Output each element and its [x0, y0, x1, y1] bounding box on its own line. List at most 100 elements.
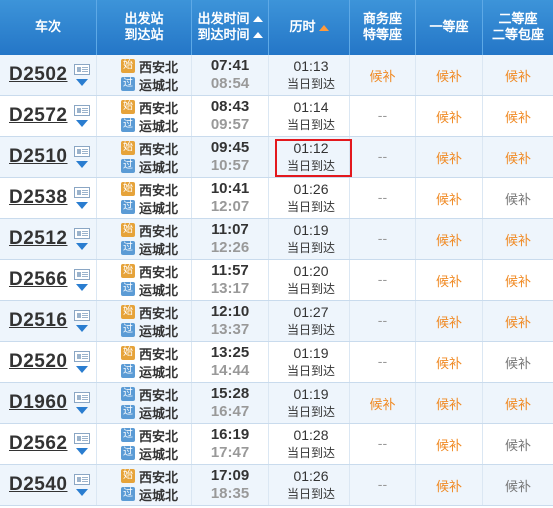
first-seat-cell[interactable]: 候补 [416, 342, 483, 382]
table-row[interactable]: D2520 始西安北过运城北 13:25 14:44 01:19 当日到达 -- 候补 候补 [0, 342, 553, 383]
first-seat-cell[interactable]: 候补 [416, 383, 483, 423]
second-seat-cell[interactable]: 候补 [483, 424, 553, 464]
sort-up-icon[interactable] [318, 24, 329, 31]
from-station[interactable]: 西安北 [139, 98, 178, 117]
table-row[interactable]: D2502 始西安北过运城北 07:41 08:54 01:13 当日到达 候补 候补 候补 [0, 55, 553, 96]
to-station[interactable]: 运城北 [139, 321, 178, 340]
from-station[interactable]: 西安北 [139, 303, 178, 322]
train-info-icon[interactable] [73, 433, 90, 444]
train-number-link[interactable]: D2566 [9, 269, 68, 291]
second-seat-cell[interactable]: 候补 [483, 55, 553, 95]
first-seat-cell[interactable]: 候补 [416, 137, 483, 177]
train-info-icon[interactable] [73, 146, 90, 157]
to-station[interactable]: 运城北 [139, 116, 178, 135]
dropdown-arrow-icon[interactable] [75, 407, 88, 414]
table-row[interactable]: D2540 始西安北过运城北 17:09 18:35 01:26 当日到达 -- 候补 候补 [0, 465, 553, 506]
second-seat-cell[interactable]: 候补 [483, 301, 553, 341]
first-seat-cell[interactable]: 候补 [416, 260, 483, 300]
dropdown-arrow-icon[interactable] [75, 161, 88, 168]
second-seat-cell[interactable]: 候补 [483, 96, 553, 136]
train-info-icon[interactable] [73, 474, 90, 485]
first-seat-cell[interactable]: 候补 [416, 424, 483, 464]
train-info-icon[interactable] [73, 105, 90, 116]
train-number-link[interactable]: D2516 [9, 310, 68, 332]
to-station[interactable]: 运城北 [139, 198, 178, 217]
from-station[interactable]: 西安北 [139, 139, 178, 158]
train-number-link[interactable]: D2572 [9, 105, 68, 127]
second-seat-cell[interactable]: 候补 [483, 178, 553, 218]
to-station[interactable]: 运城北 [139, 403, 178, 422]
table-row[interactable]: D2566 始西安北过运城北 11:57 13:17 01:20 当日到达 -- 候补 候补 [0, 260, 553, 301]
second-seat-cell[interactable]: 候补 [483, 137, 553, 177]
dropdown-arrow-icon[interactable] [75, 489, 88, 496]
train-number-link[interactable]: D2520 [9, 351, 68, 373]
second-seat-cell[interactable]: 候补 [483, 219, 553, 259]
train-info-icon[interactable] [73, 187, 90, 198]
sort-up-icon[interactable] [252, 32, 263, 38]
business-seat-cell[interactable]: 候补 [350, 383, 416, 423]
train-info-icon[interactable] [73, 64, 90, 75]
first-seat-cell[interactable]: 候补 [416, 301, 483, 341]
origin-badge: 过 [120, 387, 135, 401]
to-station[interactable]: 运城北 [139, 75, 178, 94]
first-seat-cell[interactable]: 候补 [416, 96, 483, 136]
business-seat-cell[interactable]: 候补 [350, 55, 416, 95]
from-station[interactable]: 西安北 [139, 385, 178, 404]
to-station[interactable]: 运城北 [139, 485, 178, 504]
to-station[interactable]: 运城北 [139, 239, 178, 258]
business-seat-value: -- [377, 149, 388, 165]
header-duration[interactable]: 历时 [269, 0, 350, 55]
train-number-link[interactable]: D2502 [9, 64, 68, 86]
train-number-link[interactable]: D2538 [9, 187, 68, 209]
second-seat-cell[interactable]: 候补 [483, 383, 553, 423]
table-row[interactable]: D2516 始西安北过运城北 12:10 13:37 01:27 当日到达 -- 候补 候补 [0, 301, 553, 342]
dropdown-arrow-icon[interactable] [75, 202, 88, 209]
header-times[interactable]: 出发时间 到达时间 [192, 0, 269, 55]
second-seat-cell[interactable]: 候补 [483, 342, 553, 382]
duration-value: 01:26 [293, 468, 329, 484]
from-station[interactable]: 西安北 [139, 180, 178, 199]
train-info-icon[interactable] [73, 392, 90, 403]
dropdown-arrow-icon[interactable] [75, 120, 88, 127]
train-number-link[interactable]: D2562 [9, 433, 68, 455]
table-row[interactable]: D2512 始西安北过运城北 11:07 12:26 01:19 当日到达 -- 候补 候补 [0, 219, 553, 260]
train-number-link[interactable]: D1960 [9, 392, 68, 414]
first-seat-cell[interactable]: 候补 [416, 55, 483, 95]
from-station[interactable]: 西安北 [139, 426, 178, 445]
from-station[interactable]: 西安北 [139, 344, 178, 363]
from-station[interactable]: 西安北 [139, 467, 178, 486]
second-seat-value: 候补 [504, 315, 531, 331]
from-station[interactable]: 西安北 [139, 262, 178, 281]
table-row[interactable]: D2572 始西安北过运城北 08:43 09:57 01:14 当日到达 -- 候补 候补 [0, 96, 553, 137]
first-seat-cell[interactable]: 候补 [416, 178, 483, 218]
dropdown-arrow-icon[interactable] [75, 448, 88, 455]
arrival-note: 当日到达 [286, 364, 335, 378]
second-seat-cell[interactable]: 候补 [483, 465, 553, 505]
train-number-link[interactable]: D2510 [9, 146, 68, 168]
to-station[interactable]: 运城北 [139, 157, 178, 176]
train-number-link[interactable]: D2512 [9, 228, 68, 250]
train-info-icon[interactable] [73, 310, 90, 321]
train-info-icon[interactable] [73, 351, 90, 362]
train-info-icon[interactable] [73, 269, 90, 280]
to-station[interactable]: 运城北 [139, 280, 178, 299]
from-station[interactable]: 西安北 [139, 221, 178, 240]
first-seat-cell[interactable]: 候补 [416, 465, 483, 505]
train-info-icon[interactable] [73, 228, 90, 239]
to-station[interactable]: 运城北 [139, 444, 178, 463]
train-number-link[interactable]: D2540 [9, 474, 68, 496]
sort-up-icon[interactable] [252, 16, 263, 22]
from-station[interactable]: 西安北 [139, 57, 178, 76]
dropdown-arrow-icon[interactable] [75, 243, 88, 250]
table-row[interactable]: D2510 始西安北过运城北 09:45 10:57 01:12 当日到达 -- 候补 候补 [0, 137, 553, 178]
dropdown-arrow-icon[interactable] [75, 284, 88, 291]
dropdown-arrow-icon[interactable] [75, 366, 88, 373]
dropdown-arrow-icon[interactable] [75, 325, 88, 332]
dropdown-arrow-icon[interactable] [75, 79, 88, 86]
table-row[interactable]: D2562 过西安北过运城北 16:19 17:47 01:28 当日到达 -- 候补 候补 [0, 424, 553, 465]
to-station[interactable]: 运城北 [139, 362, 178, 381]
first-seat-cell[interactable]: 候补 [416, 219, 483, 259]
second-seat-cell[interactable]: 候补 [483, 260, 553, 300]
table-row[interactable]: D1960 过西安北过运城北 15:28 16:47 01:19 当日到达 候补 候补 候补 [0, 383, 553, 424]
table-row[interactable]: D2538 始西安北过运城北 10:41 12:07 01:26 当日到达 -- 候补 候补 [0, 178, 553, 219]
